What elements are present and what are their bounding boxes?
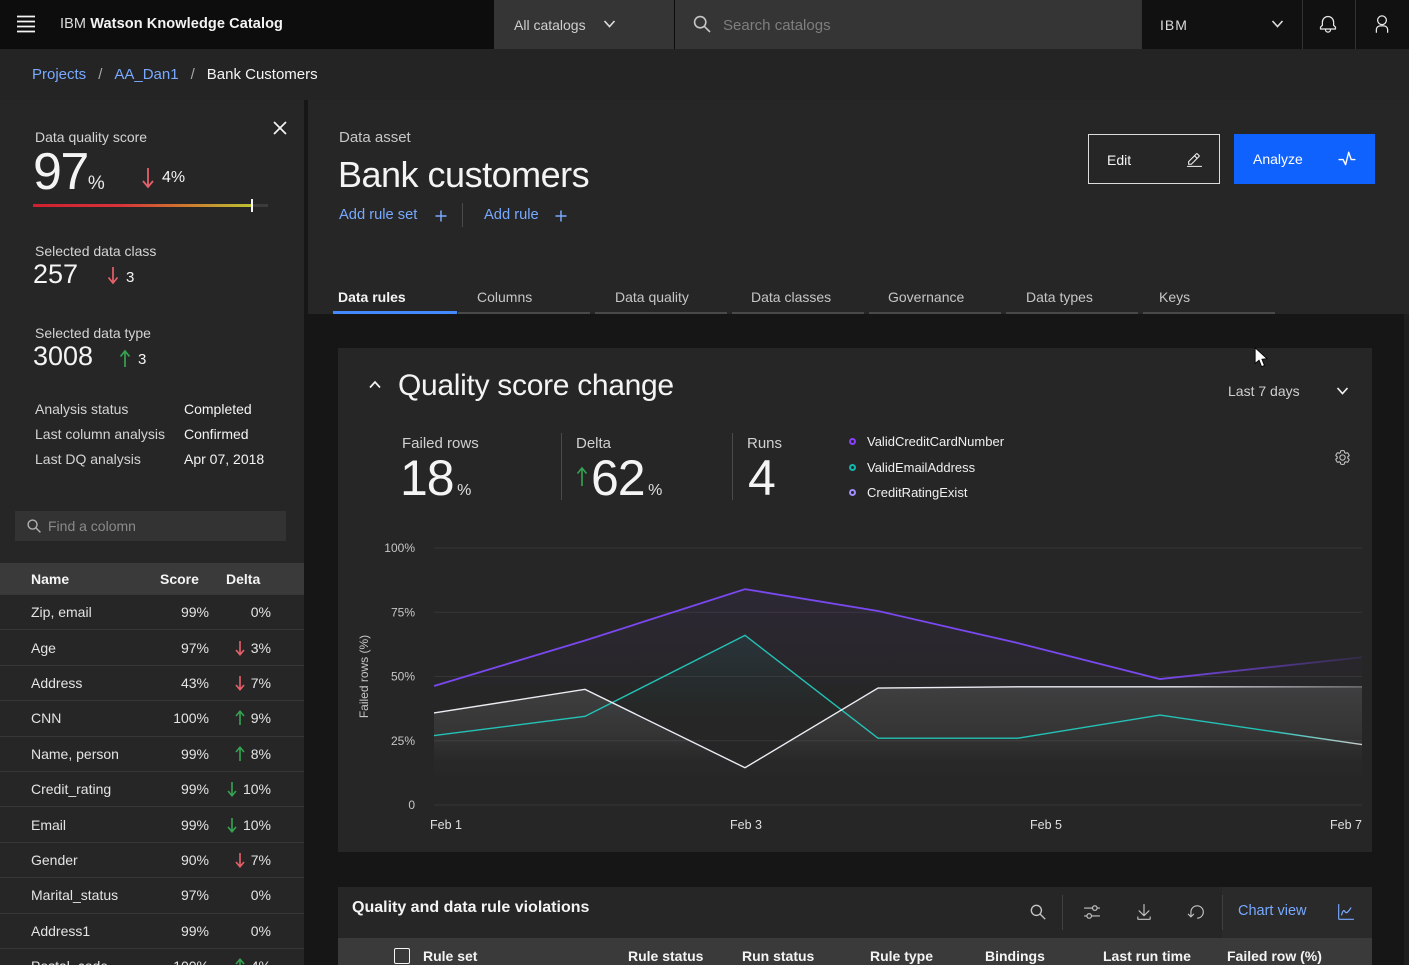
- svg-text:Feb 3: Feb 3: [730, 818, 762, 832]
- svg-text:100%: 100%: [384, 541, 415, 555]
- svg-text:75%: 75%: [391, 605, 415, 619]
- svg-text:Failed rows (%): Failed rows (%): [357, 635, 371, 718]
- svg-text:50%: 50%: [391, 670, 415, 684]
- svg-text:Feb 5: Feb 5: [1030, 818, 1062, 832]
- svg-text:Feb 7: Feb 7: [1330, 818, 1362, 832]
- svg-text:25%: 25%: [391, 734, 415, 748]
- svg-text:Feb 1: Feb 1: [430, 818, 462, 832]
- svg-text:0: 0: [408, 798, 415, 812]
